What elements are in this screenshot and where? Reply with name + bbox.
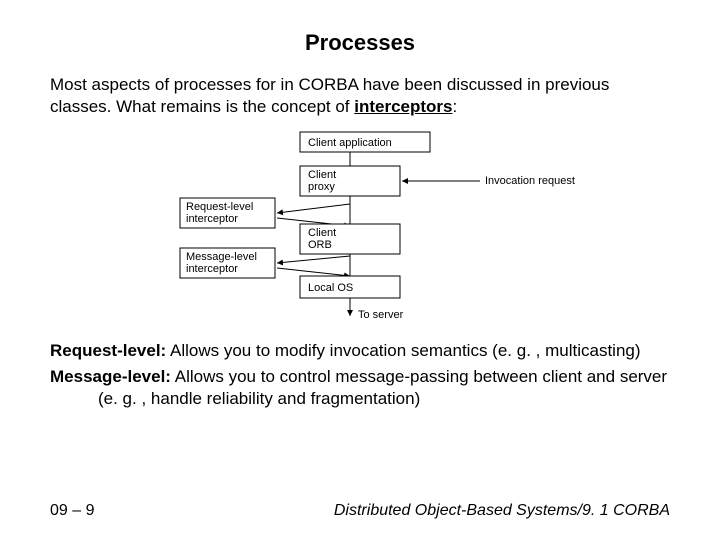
slide: Processes Most aspects of processes for …	[0, 0, 720, 540]
def-request-text: Allows you to modify invocation semantic…	[166, 341, 640, 360]
intro-paragraph: Most aspects of processes for in CORBA h…	[50, 74, 670, 118]
msg-int-arrow-in	[277, 256, 350, 263]
def-message-level: Message-level: Allows you to control mes…	[50, 366, 670, 410]
def-message-label: Message-level:	[50, 367, 171, 386]
req-int-arrow-in	[277, 204, 350, 213]
label-client-app: Client application	[308, 137, 392, 149]
label-client-orb-l2: ORB	[308, 239, 332, 251]
intro-text-pre: Most aspects of processes for in CORBA h…	[50, 75, 609, 116]
intro-text-post: :	[453, 97, 458, 116]
footer-page-number: 09 – 9	[50, 502, 94, 520]
intro-underlined: interceptors	[354, 97, 452, 116]
msg-int-arrow-out	[277, 268, 350, 276]
label-msg-int-l2: interceptor	[186, 263, 238, 275]
definitions: Request-level: Allows you to modify invo…	[50, 340, 670, 410]
footer-course: Distributed Object-Based Systems/9. 1 CO…	[334, 502, 670, 520]
def-request-label: Request-level:	[50, 341, 166, 360]
label-req-int-l1: Request-level	[186, 201, 253, 213]
footer: 09 – 9 Distributed Object-Based Systems/…	[50, 502, 670, 520]
label-client-orb-l1: Client	[308, 227, 336, 239]
diagram-container: Client application Client proxy Invocati…	[50, 126, 670, 326]
label-local-os: Local OS	[308, 282, 353, 294]
label-msg-int-l1: Message-level	[186, 251, 257, 263]
label-to-server: To server	[358, 309, 404, 321]
label-client-proxy-l2: proxy	[308, 181, 335, 193]
page-title: Processes	[50, 30, 670, 56]
def-message-text: Allows you to control message-passing be…	[98, 367, 667, 408]
label-invocation: Invocation request	[485, 175, 575, 187]
label-req-int-l2: interceptor	[186, 213, 238, 225]
def-request-level: Request-level: Allows you to modify invo…	[50, 340, 670, 362]
label-client-proxy-l1: Client	[308, 169, 336, 181]
interceptor-diagram: Client application Client proxy Invocati…	[140, 126, 580, 326]
